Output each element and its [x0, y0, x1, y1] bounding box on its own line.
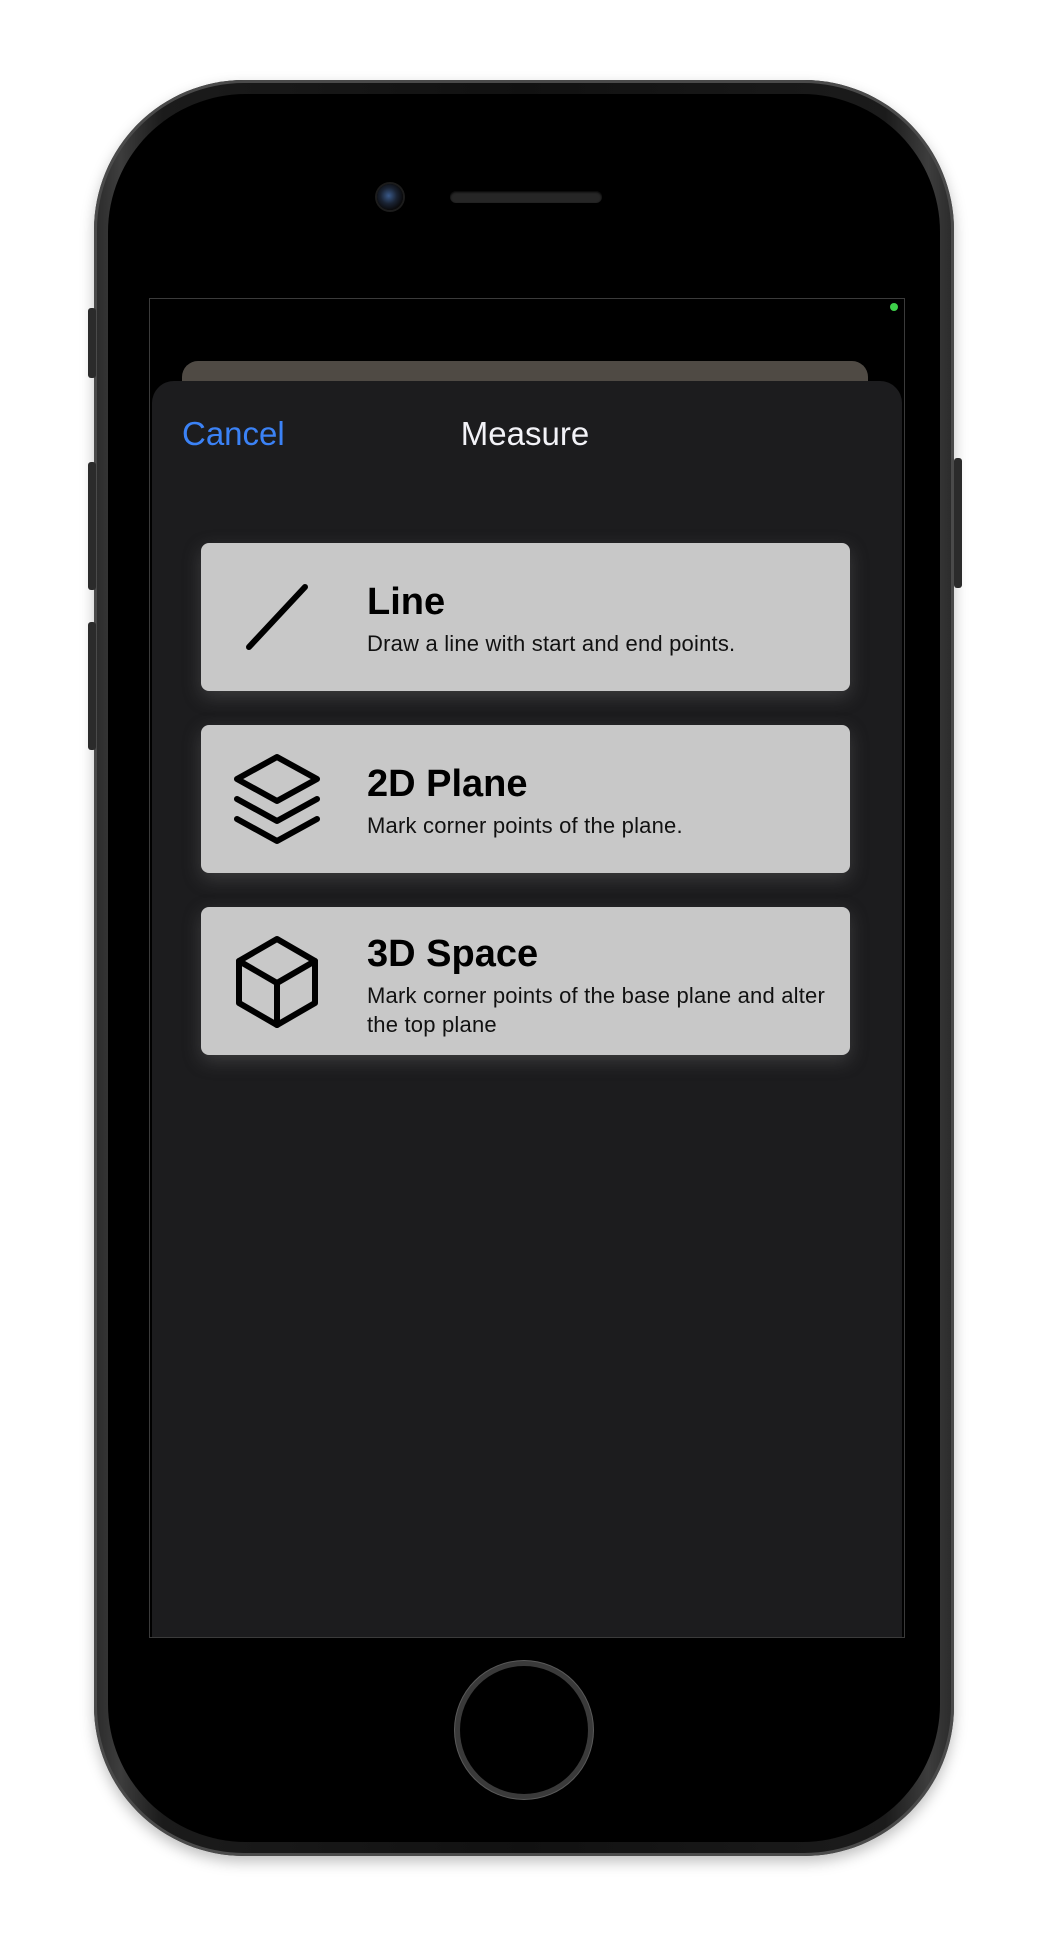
line-icon — [246, 584, 308, 650]
home-button[interactable] — [460, 1666, 588, 1794]
front-camera — [377, 184, 403, 210]
option-description: Mark corner points of the base plane and… — [367, 983, 826, 1037]
power-button — [954, 458, 962, 588]
earpiece-speaker — [450, 191, 602, 203]
option-3d-space[interactable]: 3D Space Mark corner points of the base … — [201, 907, 850, 1055]
option-2d-plane[interactable]: 2D Plane Mark corner points of the plane… — [201, 725, 850, 873]
mute-switch — [88, 308, 96, 378]
cancel-button[interactable]: Cancel — [182, 415, 285, 453]
layers-icon — [234, 754, 320, 844]
cube-icon — [236, 936, 318, 1028]
option-title: 3D Space — [367, 933, 539, 975]
volume-down-button — [88, 622, 96, 750]
option-line[interactable]: Line Draw a line with start and end poin… — [201, 543, 850, 691]
option-description: Mark corner points of the plane. — [367, 813, 683, 838]
page-title: Measure — [460, 415, 590, 452]
option-description: Draw a line with start and end points. — [367, 631, 736, 656]
camera-in-use-indicator — [890, 303, 898, 311]
option-title: 2D Plane — [367, 763, 528, 805]
volume-up-button — [88, 462, 96, 590]
option-title: Line — [367, 581, 446, 623]
